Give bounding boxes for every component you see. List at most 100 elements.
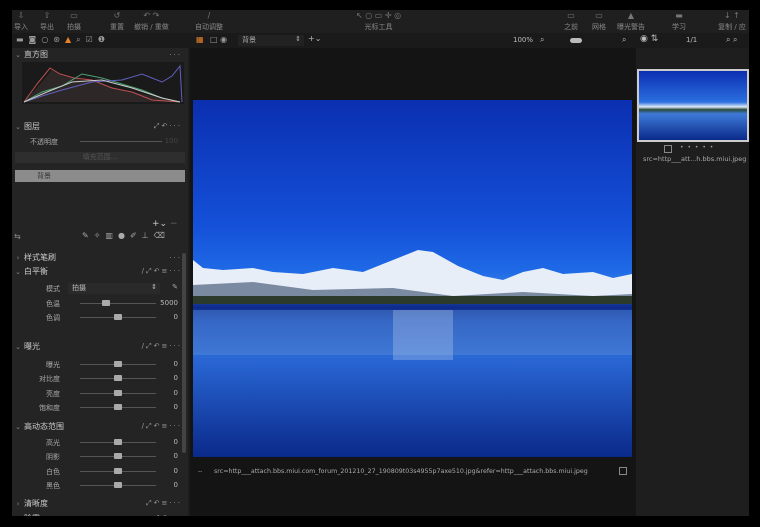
tool-panel: ⌄ 直方图 ··· ⌄ 图层 ⤢↶··· 不透明度 100 填充范围... 背景 +⌄ −…: [12, 48, 188, 516]
chevron-down-icon: ⌄: [15, 422, 21, 431]
import-icon: ⇩: [17, 11, 25, 20]
cursor-tools[interactable]: ↖ ○ ▭ ✛ ◎ 光标工具: [356, 12, 401, 32]
slider-row: 阴影 0: [12, 451, 188, 463]
variant-select[interactable]: 背景 ⇕: [238, 35, 304, 46]
slider-knob[interactable]: [114, 361, 122, 367]
section-tools-icons[interactable]: ⤢↶···: [154, 514, 182, 516]
reset-icon: ↺: [113, 11, 121, 20]
eyedropper-icon[interactable]: ✎: [172, 283, 178, 291]
exposure-tab-icon[interactable]: ▲: [65, 35, 76, 44]
white-balance-header[interactable]: ⌄ 白平衡/⤢↶≡···: [12, 265, 188, 278]
histogram-header[interactable]: ⌄ 直方图 ···: [12, 48, 188, 61]
more-icon[interactable]: ···: [169, 254, 182, 262]
slider-track[interactable]: [80, 439, 156, 445]
layers-header[interactable]: ⌄ 图层 ⤢↶···: [12, 120, 188, 133]
slider-knob[interactable]: [101, 300, 110, 306]
slider-track[interactable]: [80, 375, 156, 382]
slider-knob[interactable]: [114, 481, 122, 488]
slider-row: 曝光 0: [12, 359, 188, 371]
thumb-size-slider[interactable]: [570, 38, 582, 43]
slider-row: 色调 0: [12, 312, 188, 324]
wb-mode-row: 模式 拍摄 ⇕ ✎: [46, 283, 178, 294]
more-icon[interactable]: ···: [169, 51, 182, 59]
slider-knob[interactable]: [114, 453, 122, 460]
slider-track[interactable]: [80, 361, 156, 367]
select-checkbox[interactable]: [619, 467, 627, 475]
layer-item-background[interactable]: 背景: [15, 170, 185, 182]
slider-value[interactable]: 0: [174, 360, 178, 368]
slider-row: 色温 5000: [12, 298, 188, 310]
add-variant-button[interactable]: +⌄: [308, 34, 321, 43]
slider-label: 高光: [46, 439, 60, 447]
clarity-header[interactable]: › 清晰度 ⤢↶≡···: [12, 497, 188, 510]
slider-knob[interactable]: [114, 403, 122, 410]
slider-row: 饱和度 0: [12, 402, 188, 414]
slider-label: 色调: [46, 314, 60, 323]
slider-value[interactable]: 0: [174, 313, 178, 321]
layer-brush-tools[interactable]: ✎✧▥●✐⊥⌫: [82, 231, 170, 240]
slider-track[interactable]: [80, 314, 156, 321]
exposure-warning-button[interactable]: ▲ 曝光警告: [617, 12, 645, 32]
export-button[interactable]: ⇧ 导出: [40, 12, 54, 32]
slider-knob[interactable]: [114, 439, 122, 445]
slider-track[interactable]: [80, 403, 156, 410]
layer-tools-icons[interactable]: ⤢↶···: [154, 122, 182, 131]
zoom-icon[interactable]: ⌕: [540, 35, 544, 45]
auto-adjust-button[interactable]: / 自动调整: [195, 12, 223, 32]
section-tools-icons[interactable]: /⤢↶≡···: [142, 422, 182, 431]
single-view-icon[interactable]: □ ◉: [210, 35, 227, 44]
eye-icon[interactable]: ◉ ⇅: [640, 34, 658, 44]
thumb-checkbox[interactable]: [664, 145, 672, 153]
grid-button[interactable]: ▭ 网格: [592, 12, 606, 32]
before-button[interactable]: ▭ 之前: [564, 12, 578, 32]
thumbnail[interactable]: [637, 69, 749, 142]
slider-track[interactable]: [80, 467, 156, 474]
slider-knob[interactable]: [114, 389, 122, 396]
add-layer-button[interactable]: +⌄ −: [152, 219, 178, 229]
reset-button[interactable]: ↺ 重置: [110, 12, 124, 32]
slider-value[interactable]: 0: [174, 374, 178, 382]
slider-knob[interactable]: [114, 314, 122, 321]
browser-panel: • • • • • src=http___att...h.bbs.miui.jp…: [636, 48, 749, 516]
slider-track[interactable]: [80, 453, 156, 460]
grid-view-icon[interactable]: ▦: [196, 35, 204, 44]
slider-track[interactable]: [80, 481, 156, 488]
slider-track[interactable]: [80, 389, 156, 396]
slider-track[interactable]: [80, 300, 156, 306]
slider-value[interactable]: 0: [174, 403, 178, 411]
histogram-chart: [22, 62, 184, 104]
wb-mode-select[interactable]: 拍摄 ⇕: [68, 283, 160, 294]
dehaze-header[interactable]: ›除雾⤢↶···: [12, 512, 188, 516]
opacity-slider[interactable]: [80, 141, 162, 142]
slider-value[interactable]: 0: [174, 452, 178, 460]
undo-redo-button[interactable]: ↶ ↷ 撤销 / 重做: [134, 12, 169, 32]
slider-value[interactable]: 0: [174, 438, 178, 446]
exposure-header[interactable]: ⌄ 曝光/⤢↶≡···: [12, 340, 188, 353]
import-button[interactable]: ⇩ 导入: [14, 12, 28, 32]
slider-value[interactable]: 0: [174, 467, 178, 475]
slider-knob[interactable]: [114, 467, 122, 474]
slider-value[interactable]: 5000: [160, 299, 178, 307]
section-tools-icons[interactable]: /⤢↶≡···: [142, 342, 182, 351]
capture-button[interactable]: ▭ 拍摄: [67, 12, 81, 32]
rating-stars[interactable]: • • • • •: [680, 144, 714, 151]
tool-tab-icons[interactable]: ▬◙○⊛▲⌕☑❶: [16, 35, 110, 45]
zoom-level[interactable]: 100%: [513, 36, 533, 44]
slider-value[interactable]: 0: [174, 481, 178, 489]
fill-mask-button[interactable]: 填充范围...: [15, 152, 185, 163]
undo-icon: ↶ ↷: [143, 11, 160, 20]
hdr-header[interactable]: ⌄ 高动态范围/⤢↶≡···: [12, 420, 188, 433]
section-tools-icons[interactable]: ⤢↶≡···: [146, 499, 182, 508]
section-tools-icons[interactable]: /⤢↶≡···: [142, 267, 182, 276]
copy-apply-icon: ↓ ↑: [724, 11, 740, 20]
learn-button[interactable]: ▬ 学习: [672, 12, 686, 32]
style-brush-header[interactable]: › 样式笔刷 ···: [12, 251, 188, 264]
main-photo[interactable]: [193, 100, 632, 457]
panel-scrollbar[interactable]: [182, 253, 186, 453]
search-icon[interactable]: ⌕: [622, 35, 626, 45]
swap-icon[interactable]: ⇆: [14, 232, 21, 241]
browser-search-icon[interactable]: ⌕ ⌕: [726, 35, 738, 45]
slider-value[interactable]: 0: [174, 389, 178, 397]
chevron-right-icon: ›: [16, 253, 20, 262]
slider-knob[interactable]: [114, 375, 122, 382]
